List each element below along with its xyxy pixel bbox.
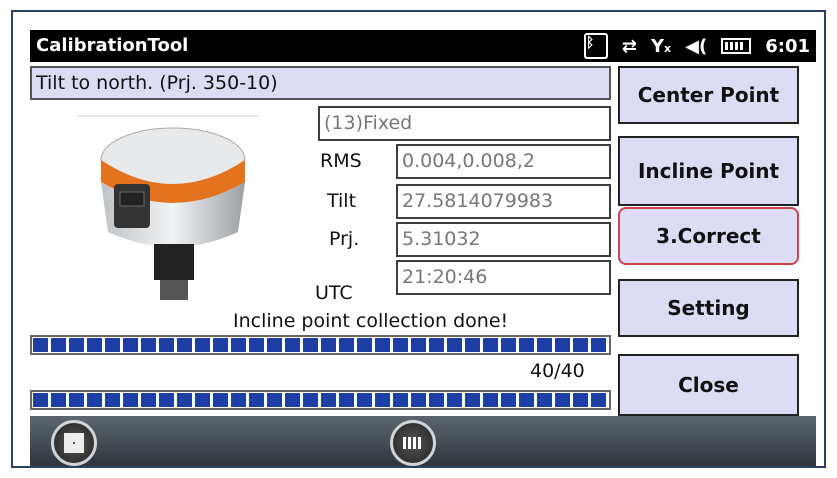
title-bar: CalibrationTool ᛒ ⇄ Yx ◀( 6:01 — [30, 30, 816, 62]
keyboard-icon[interactable] — [390, 420, 436, 466]
correct-button[interactable]: 3.Correct — [618, 207, 799, 265]
clock: 6:01 — [765, 35, 810, 57]
status-message: Incline point collection done! — [233, 310, 509, 332]
gnss-receiver-image — [78, 115, 258, 300]
fix-status-field: (13)Fixed — [318, 106, 611, 141]
volume-icon: ◀( — [685, 35, 708, 57]
prj-label: Prj. — [329, 228, 360, 250]
progress-fill-secondary — [33, 393, 608, 407]
device-screen: CalibrationTool ᛒ ⇄ Yx ◀( 6:01 Tilt to n… — [30, 30, 816, 466]
windows-start-icon[interactable] — [51, 420, 97, 466]
prj-field: 5.31032 — [396, 222, 611, 257]
no-signal-icon: Yx — [650, 35, 672, 57]
tilt-label: Tilt — [327, 190, 357, 212]
utc-field: 21:20:46 — [396, 260, 611, 295]
progress-count: 40/40 — [530, 360, 585, 382]
app-title: CalibrationTool — [36, 35, 189, 56]
taskbar — [30, 416, 816, 466]
center-point-button[interactable]: Center Point — [618, 66, 799, 124]
incline-point-button[interactable]: Incline Point — [618, 136, 799, 206]
bluetooth-icon: ᛒ — [583, 33, 608, 59]
close-button[interactable]: Close — [618, 354, 799, 416]
status-area: ᛒ ⇄ Yx ◀( 6:01 — [583, 33, 810, 59]
task-label: Tilt to north. (Prj. 350-10) — [30, 66, 611, 100]
tilt-field: 27.5814079983 — [396, 184, 611, 219]
rms-field: 0.004,0.008,2 — [396, 144, 611, 179]
setting-button[interactable]: Setting — [618, 279, 799, 337]
progress-bar-secondary — [30, 390, 611, 410]
utc-label: UTC — [315, 282, 353, 304]
battery-icon — [721, 38, 752, 54]
progress-bar-primary — [30, 335, 611, 355]
sync-icon: ⇄ — [621, 35, 637, 57]
progress-fill-primary — [33, 338, 608, 352]
rms-label: RMS — [320, 150, 362, 172]
